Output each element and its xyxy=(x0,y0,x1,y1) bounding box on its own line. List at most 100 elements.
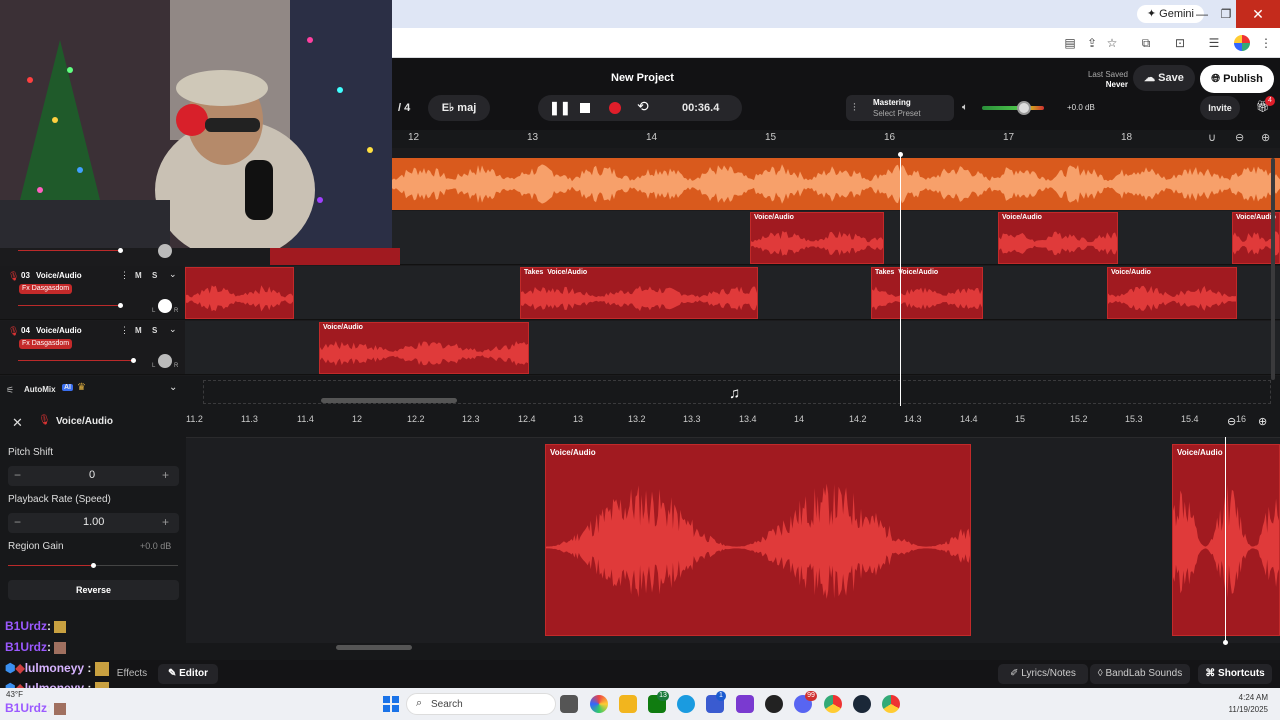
invite-button[interactable]: Invite xyxy=(1200,96,1240,120)
audio-clip[interactable] xyxy=(185,267,294,319)
automix-label[interactable]: AutoMix xyxy=(24,385,56,394)
audio-clip[interactable]: Voice/Audio xyxy=(750,212,884,264)
editor-clip[interactable]: Voice/Audio xyxy=(545,444,971,636)
volume-handle[interactable] xyxy=(1017,101,1031,115)
track-name[interactable]: Voice/Audio xyxy=(36,326,82,335)
record-icon[interactable] xyxy=(609,102,621,114)
volume-handle[interactable] xyxy=(118,248,123,253)
lyrics-notes-button[interactable]: ✐ Lyrics/Notes xyxy=(998,664,1088,684)
pitch-shift-value[interactable]: 0 xyxy=(89,469,95,481)
project-title[interactable]: New Project xyxy=(611,72,674,84)
solo-button[interactable]: S xyxy=(152,326,157,335)
fx-badge[interactable]: Fx Dasgasdom xyxy=(19,284,73,294)
playback-rate-value[interactable]: 1.00 xyxy=(83,516,104,528)
close-window-button[interactable]: ✕ xyxy=(1236,0,1280,28)
audio-clip[interactable]: Takes Voice/Audio xyxy=(871,267,983,319)
plus-icon[interactable]: + xyxy=(162,468,169,482)
loop-icon[interactable]: ⟲ xyxy=(637,98,649,115)
volume-slider-track2[interactable] xyxy=(18,250,120,251)
zoom-in-icon[interactable]: ⊕ xyxy=(1261,131,1270,144)
track-2-lane[interactable]: Voice/Audio Voice/Audio Voice/Audio xyxy=(392,211,1280,265)
reading-list-icon[interactable]: ▤ xyxy=(1062,35,1078,51)
profile-avatar[interactable] xyxy=(1234,35,1250,51)
media-icon[interactable]: ☰ xyxy=(1206,35,1222,51)
task-view-icon[interactable] xyxy=(560,695,578,713)
chevron-down-icon[interactable]: ⌄ xyxy=(169,324,177,335)
solo-button[interactable]: S xyxy=(152,271,157,280)
chevron-down-icon[interactable]: ⌄ xyxy=(169,382,177,393)
time-signature[interactable]: / 4 xyxy=(398,102,410,114)
audio-clip[interactable]: Takes Voice/Audio xyxy=(520,267,758,319)
save-button[interactable]: ☁ Save xyxy=(1133,65,1195,91)
audio-clip-partial[interactable] xyxy=(270,248,400,265)
steam-icon[interactable] xyxy=(853,695,871,713)
track-menu-icon[interactable]: ⋮ xyxy=(120,270,129,281)
track-04-lane[interactable]: Voice/Audio xyxy=(185,321,1280,375)
copilot-icon[interactable] xyxy=(590,695,608,713)
pan-knob[interactable] xyxy=(158,354,172,368)
magnet-icon[interactable]: ∪ xyxy=(1208,131,1216,144)
clock-date[interactable]: 11/19/2025 xyxy=(1216,705,1268,714)
track-name[interactable]: Voice/Audio xyxy=(36,271,82,280)
mute-button[interactable]: M xyxy=(135,326,142,335)
playhead-handle[interactable] xyxy=(1223,640,1228,645)
pause-icon[interactable]: ❚❚ xyxy=(549,100,571,116)
add-music-icon[interactable]: ♫ xyxy=(729,385,740,402)
audio-clip[interactable]: Voice/Audio xyxy=(998,212,1118,264)
vertical-scrollbar[interactable] xyxy=(1271,158,1275,380)
stop-icon[interactable] xyxy=(580,103,590,113)
minus-icon[interactable]: − xyxy=(14,468,21,482)
volume-slider[interactable] xyxy=(18,360,134,361)
key-selector[interactable]: E♭ maj xyxy=(428,95,490,121)
close-icon[interactable]: ✕ xyxy=(12,415,23,431)
kebab-menu-icon[interactable]: ⋮ xyxy=(1258,35,1274,51)
track-1-clip[interactable] xyxy=(392,158,1280,210)
shortcuts-button[interactable]: ⌘ Shortcuts xyxy=(1198,664,1272,684)
reverse-button[interactable]: Reverse xyxy=(8,580,179,600)
zoom-out-icon[interactable]: ⊖ xyxy=(1235,131,1244,144)
chrome-icon[interactable] xyxy=(824,695,842,713)
pan-knob[interactable] xyxy=(158,244,172,258)
clock-time[interactable]: 4:24 AM xyxy=(1216,693,1268,702)
bookmark-star-icon[interactable]: ☆ xyxy=(1104,35,1120,51)
publish-button[interactable]: 🌐︎ Publish xyxy=(1200,65,1274,93)
editor-scrollbar[interactable] xyxy=(336,645,412,650)
minimize-button[interactable]: — xyxy=(1194,6,1210,22)
audio-clip[interactable]: Voice/Audio xyxy=(1107,267,1237,319)
editor-clip[interactable]: Voice/Audio xyxy=(1172,444,1280,636)
bandlab-sounds-button[interactable]: ◊ BandLab Sounds xyxy=(1090,664,1190,684)
audio-clip[interactable]: Voice/Audio xyxy=(319,322,529,374)
chevron-down-icon[interactable]: ⌄ xyxy=(169,269,177,280)
volume-handle[interactable] xyxy=(131,358,136,363)
obs-icon[interactable] xyxy=(765,695,783,713)
app-icon[interactable] xyxy=(736,695,754,713)
edge-icon[interactable] xyxy=(677,695,695,713)
zoom-out-icon[interactable]: ⊖ xyxy=(1227,415,1236,428)
master-volume-slider[interactable] xyxy=(982,106,1044,110)
gain-handle[interactable] xyxy=(91,563,96,568)
windows-start-icon[interactable] xyxy=(383,696,399,712)
editor-ruler[interactable]: 11.2 11.3 11.4 12 12.2 12.3 12.4 13 13.2 13.3 13.4… xyxy=(186,412,1280,430)
zoom-in-icon[interactable]: ⊕ xyxy=(1258,415,1267,428)
minus-icon[interactable]: − xyxy=(14,515,21,529)
chrome-icon[interactable] xyxy=(882,695,900,713)
file-explorer-icon[interactable] xyxy=(619,695,637,713)
volume-slider[interactable] xyxy=(18,305,120,306)
weather-temp[interactable]: 43°F xyxy=(6,690,23,699)
horizontal-scrollbar[interactable] xyxy=(321,398,457,403)
volume-handle[interactable] xyxy=(118,303,123,308)
mute-button[interactable]: M xyxy=(135,271,142,280)
playhead-handle[interactable] xyxy=(898,152,903,157)
fx-badge[interactable]: Fx Dasgasdom xyxy=(19,339,73,349)
extensions-icon[interactable]: ⧉ xyxy=(1138,35,1154,51)
taskbar-search[interactable]: ⌕ Search xyxy=(406,693,556,715)
plus-icon[interactable]: + xyxy=(162,515,169,529)
cast-icon[interactable]: ⊡ xyxy=(1172,35,1188,51)
speaker-icon[interactable]: 🔈︎ xyxy=(962,102,968,113)
install-app-icon[interactable]: ⇪ xyxy=(1084,35,1100,51)
editor-tab[interactable]: ✎ Editor xyxy=(158,664,218,684)
region-gain-slider[interactable] xyxy=(8,565,94,566)
track-03-lane[interactable]: Takes Voice/Audio Takes Voice/Audio Voic… xyxy=(185,266,1280,320)
playhead[interactable] xyxy=(1225,437,1226,643)
pan-knob[interactable] xyxy=(158,299,172,313)
